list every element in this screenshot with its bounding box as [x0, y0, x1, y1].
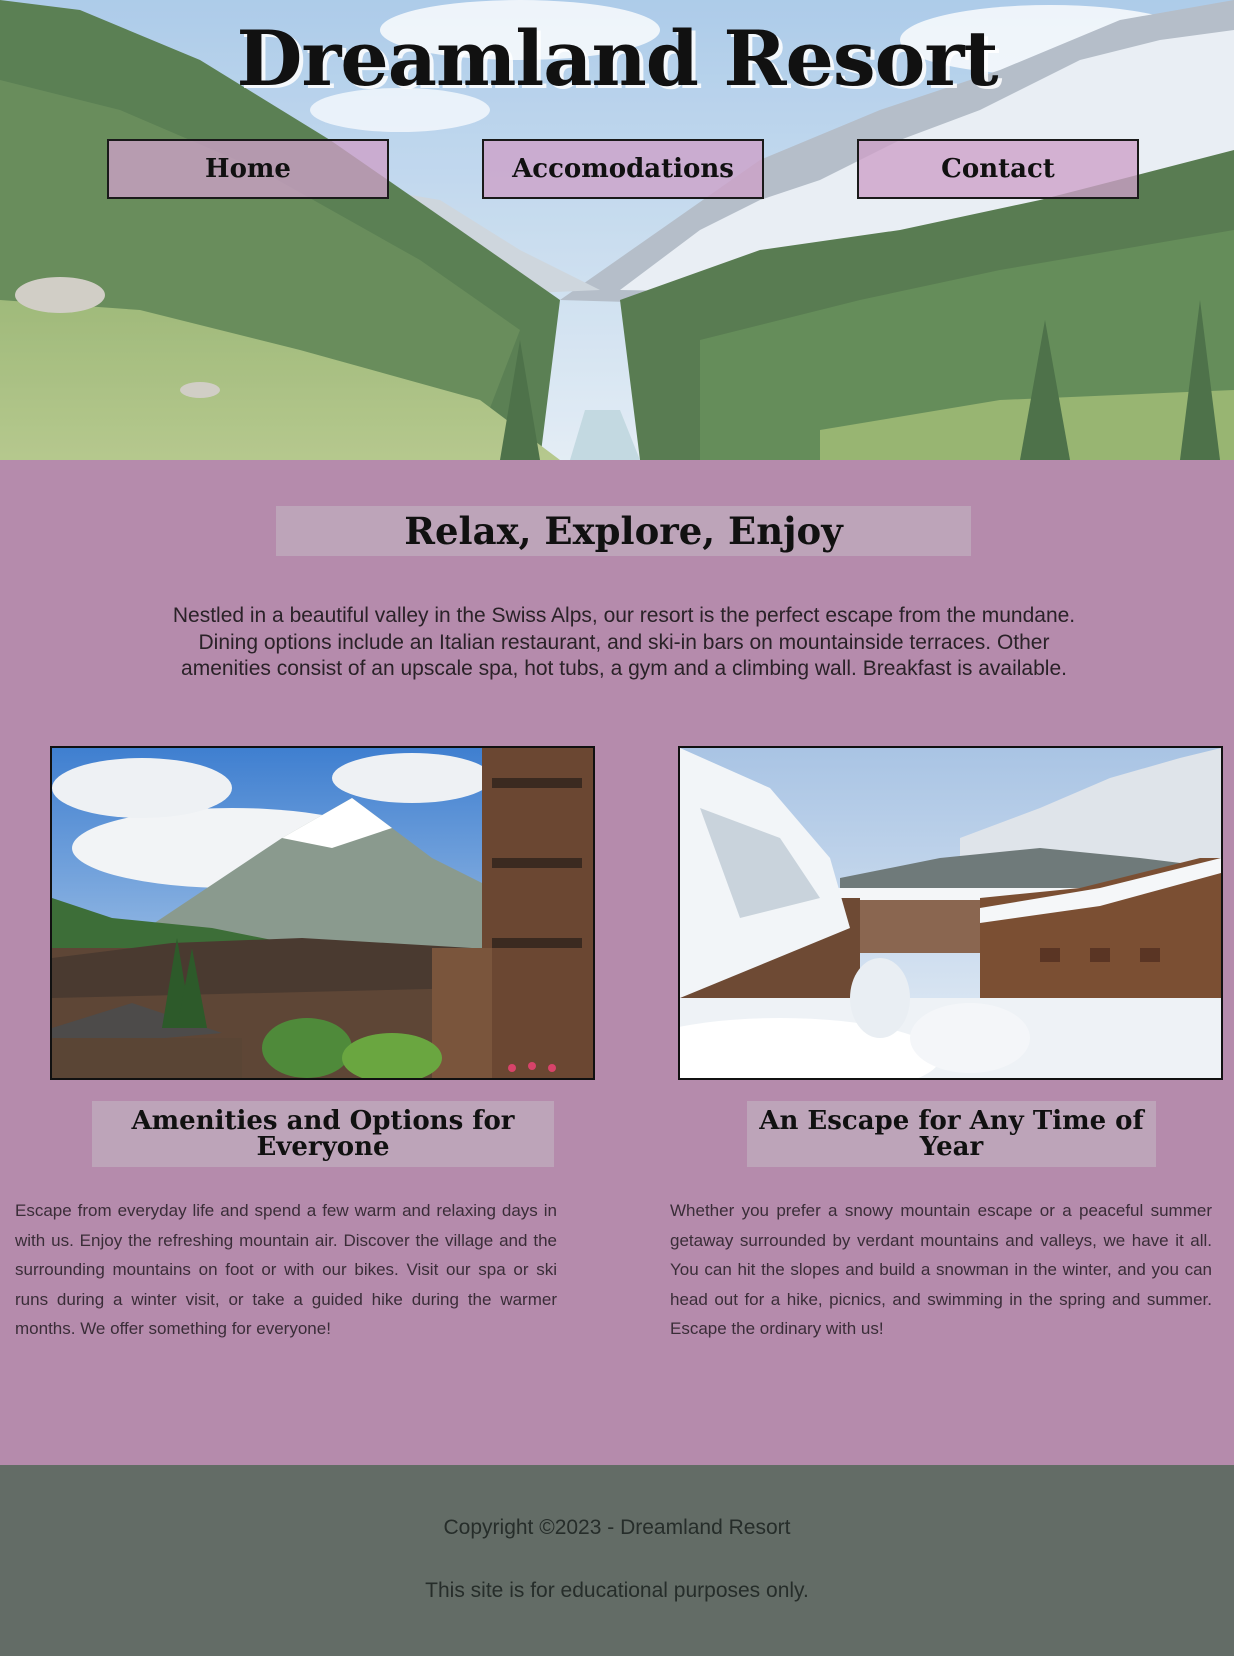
alpine-village-summer-photo [50, 746, 595, 1080]
footer-note: This site is for educational purposes on… [425, 1579, 809, 1602]
card-title-escape: An Escape for Any Time of Year [747, 1101, 1156, 1167]
card-text-amenities: Escape from everyday life and spend a fe… [15, 1201, 557, 1338]
hero-banner: Dreamland Resort [0, 0, 1234, 460]
nav-accomodations-button[interactable]: Accomodations [482, 139, 764, 199]
footer-copyright: Copyright ©2023 - Dreamland Resort [443, 1516, 791, 1539]
alpine-village-winter-photo [678, 746, 1223, 1080]
intro-paragraph: Nestled in a beautiful valley in the Swi… [172, 604, 1076, 680]
nav-home-button[interactable]: Home [107, 139, 389, 199]
nav-contact-button[interactable]: Contact [857, 139, 1139, 199]
card-text-escape: Whether you prefer a snowy mountain esca… [670, 1201, 1212, 1338]
card-title-amenities: Amenities and Options for Everyone [92, 1101, 554, 1167]
section-heading: Relax, Explore, Enjoy [276, 506, 971, 556]
footer [0, 1465, 1234, 1656]
site-title: Dreamland Resort [236, 14, 998, 103]
